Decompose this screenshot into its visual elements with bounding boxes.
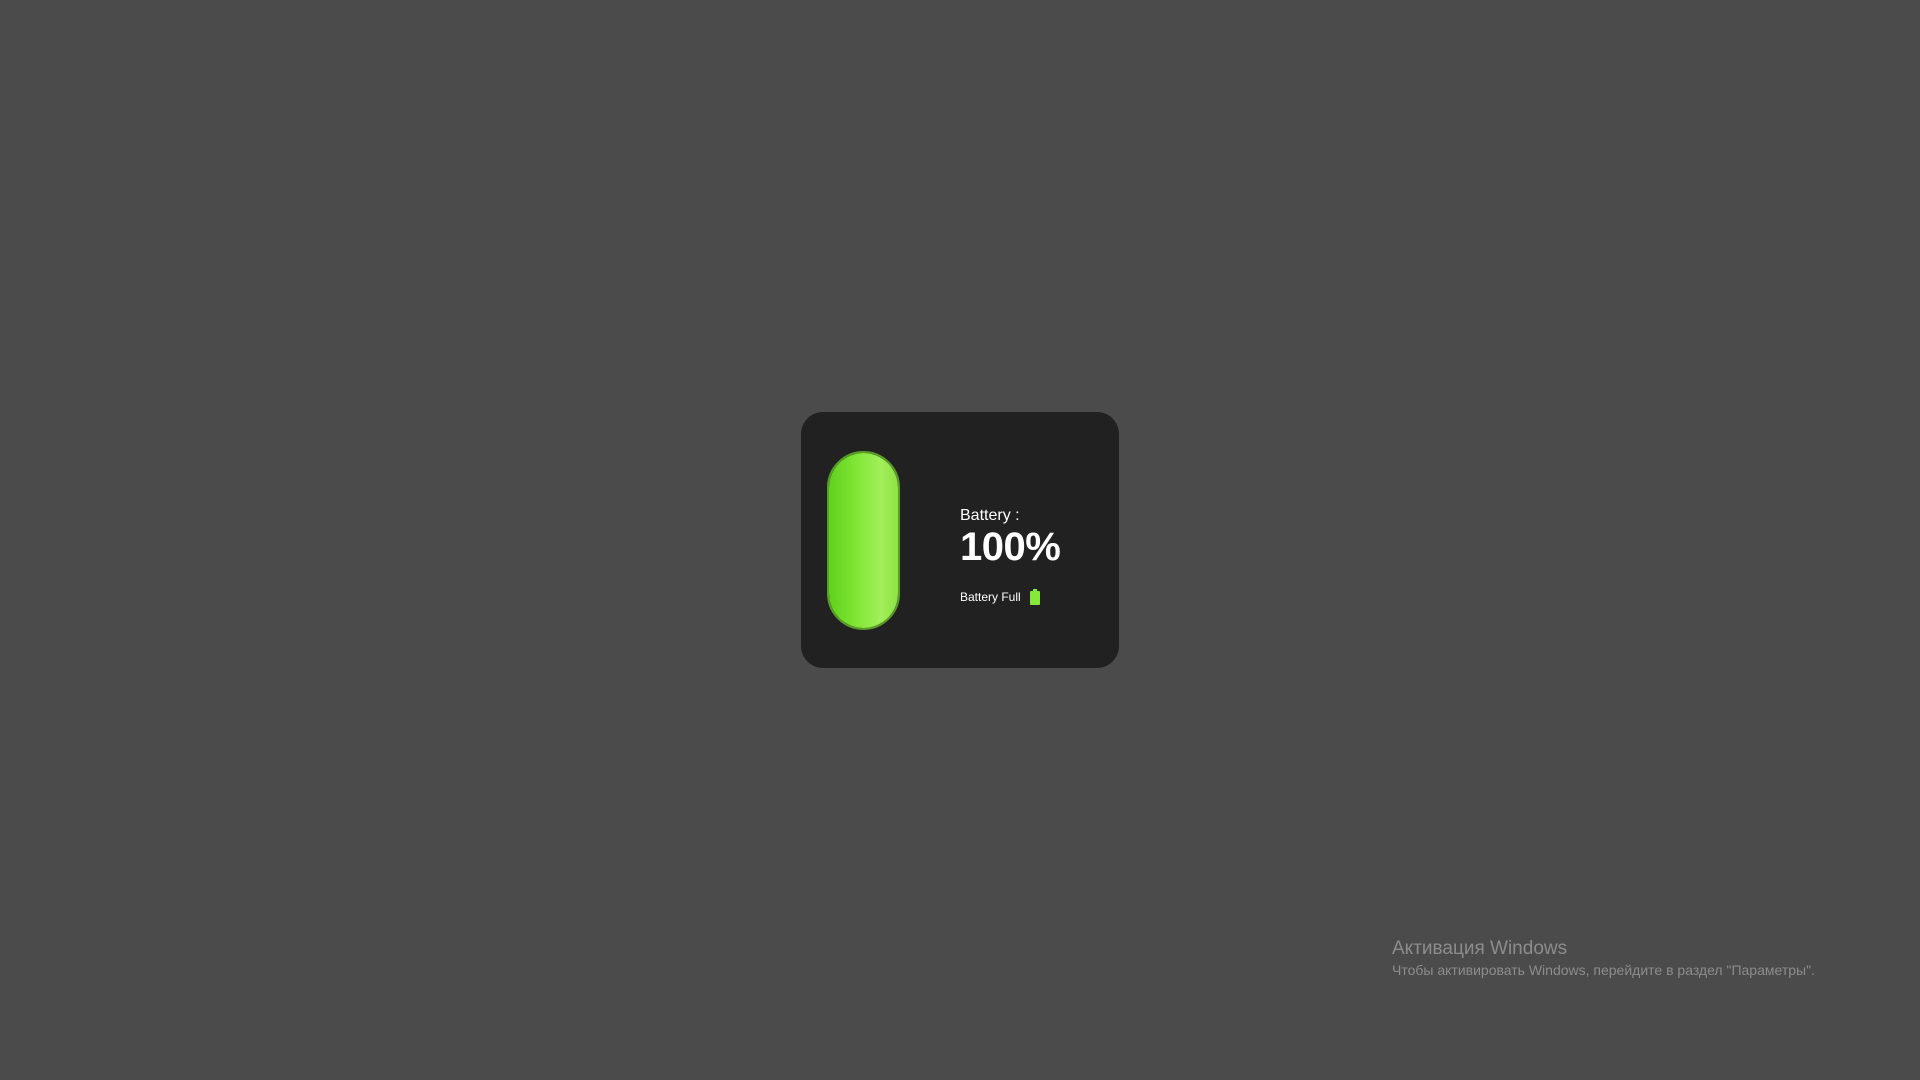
- battery-percent: 100%: [960, 525, 1061, 569]
- battery-level-indicator: [827, 451, 900, 630]
- battery-label: Battery :: [960, 507, 1020, 524]
- battery-level-fill: [829, 453, 898, 628]
- battery-status: Battery Full: [960, 589, 1060, 605]
- watermark-title: Активация Windows: [1392, 938, 1568, 959]
- battery-status-text: Battery Full: [960, 590, 1021, 604]
- battery-full-icon: [1029, 589, 1040, 605]
- battery-card: Battery : 100% Battery Full: [801, 412, 1119, 668]
- windows-activation-watermark: Активация Windows Чтобы активировать Win…: [1392, 937, 1815, 979]
- battery-info: Battery : 100% Battery Full: [960, 507, 1061, 605]
- watermark-subtitle: Чтобы активировать Windows, перейдите в …: [1392, 962, 1815, 978]
